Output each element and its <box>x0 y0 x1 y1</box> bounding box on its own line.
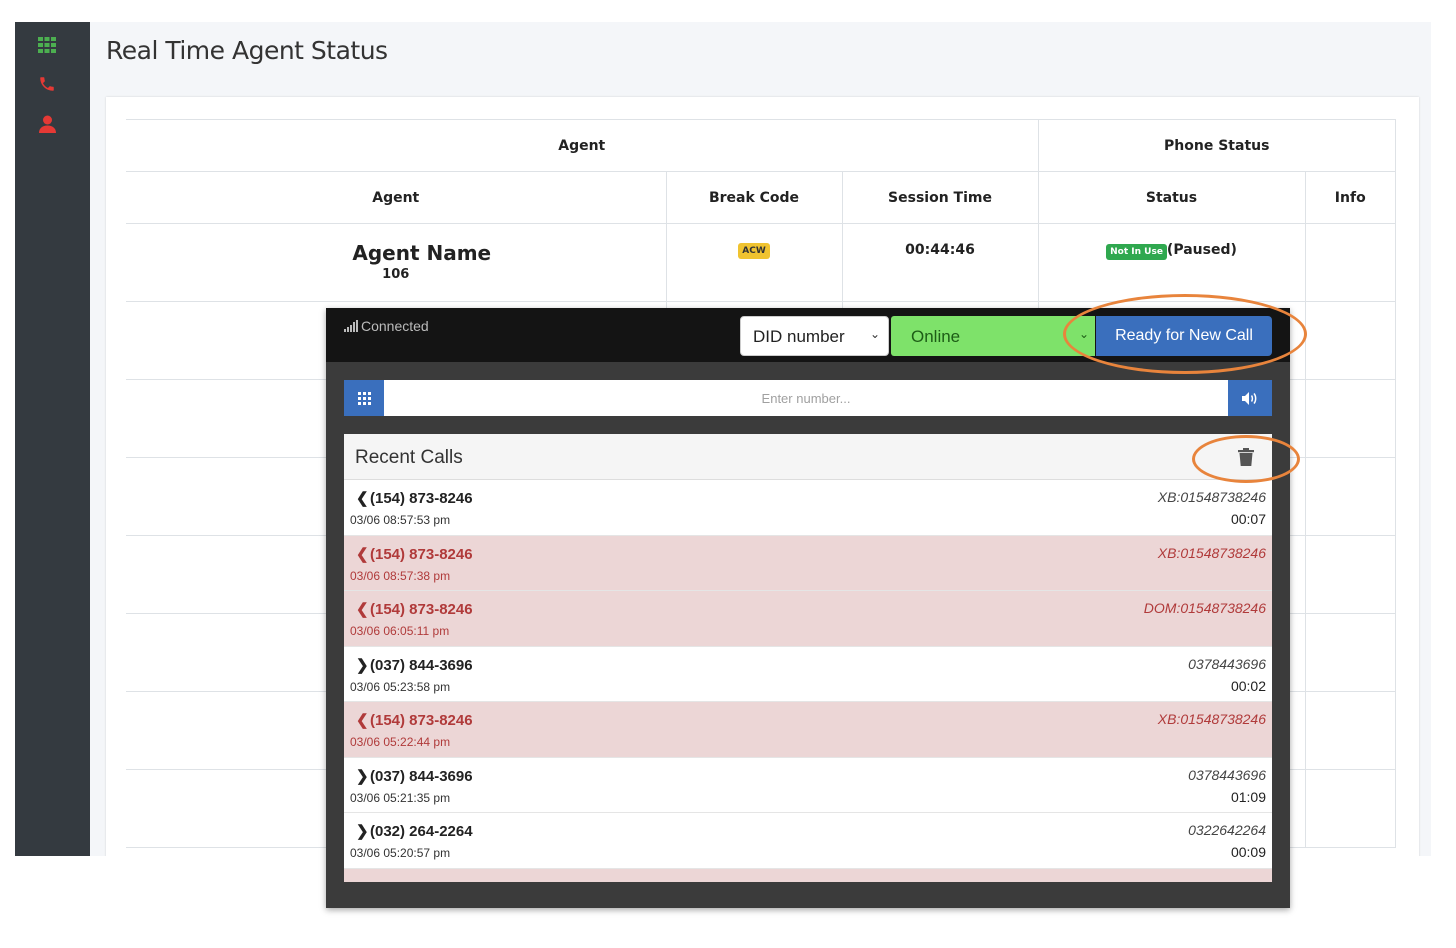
call-duration: 00:07 <box>1230 511 1266 527</box>
list-item[interactable]: ❮(154) 873-8246 03/06 08:57:53 pm XB:01548… <box>344 480 1272 536</box>
call-duration: 00:09 <box>1230 844 1266 860</box>
call-tag: 0378443696 <box>1188 655 1266 672</box>
user-icon[interactable] <box>36 113 58 135</box>
recent-calls-panel: Recent Calls ❮(154) 873-8246 03/06 08:57:… <box>344 434 1272 882</box>
call-number-text: (037) 844-3696 <box>370 767 473 785</box>
sidebar <box>15 22 90 856</box>
agent-state-select[interactable]: Online ⌄ <box>891 316 1095 356</box>
call-timestamp: 03/06 06:05:11 pm <box>350 624 450 638</box>
call-tag: 0378443696 <box>1188 766 1266 783</box>
chevron-left-icon: ❮ <box>356 490 369 507</box>
volume-icon <box>1242 391 1257 405</box>
call-number-text: (154) 873-8246 <box>370 545 473 563</box>
call-number-text: (154) 873-8246 <box>370 490 473 507</box>
page-title: Real Time Agent Status <box>106 36 388 65</box>
connection-status: Connected <box>344 318 429 334</box>
phone-icon[interactable] <box>36 73 58 95</box>
call-number: ❯(037) 844-3696 <box>356 656 473 674</box>
list-item[interactable]: ❯(037) 844-3696 03/06 05:23:58 pm 03784436… <box>344 647 1272 702</box>
info-cell <box>1304 223 1396 302</box>
agent-name[interactable]: Agent Name <box>178 241 666 265</box>
recent-calls-header: Recent Calls <box>344 434 1272 480</box>
did-number-select[interactable]: DID number ⌄ <box>740 316 889 356</box>
call-number-text: (032) 264-2264 <box>370 823 473 840</box>
list-item[interactable] <box>344 868 1272 882</box>
phone-number-input[interactable] <box>384 380 1228 416</box>
dialpad-icon <box>357 391 371 405</box>
call-timestamp: 03/06 08:57:38 pm <box>350 568 451 583</box>
recent-calls-list: ❮(154) 873-8246 03/06 08:57:53 pm XB:01548… <box>344 480 1272 882</box>
call-number: ❮(154) 873-8246 <box>356 711 473 729</box>
agent-extension: 106 <box>382 267 410 282</box>
session-time: 00:44:46 <box>841 223 1039 302</box>
call-timestamp: 03/06 05:21:35 pm <box>350 790 451 805</box>
call-tag: XB:01548738246 <box>1157 544 1266 561</box>
softphone-widget: Connected DID number ⌄ Online ⌄ Ready fo… <box>326 308 1290 908</box>
chevron-right-icon: ❯ <box>356 767 369 785</box>
column-header-session-time: Session Time <box>841 171 1039 224</box>
list-item[interactable]: ❮(154) 873-8246 03/06 05:22:44 pm XB:01548… <box>344 702 1272 758</box>
connection-label: Connected <box>361 318 429 334</box>
call-tag: 0322642264 <box>1188 822 1266 838</box>
call-number: ❯(037) 844-3696 <box>356 767 473 785</box>
dial-row <box>344 380 1272 416</box>
trash-icon[interactable] <box>1238 448 1254 471</box>
call-duration: 01:09 <box>1230 788 1266 805</box>
break-code-badge: ACW <box>738 243 770 259</box>
list-item[interactable]: ❮(154) 873-8246 03/06 06:05:11 pm DOM:0154… <box>344 591 1272 647</box>
softphone-toolbar: Connected DID number ⌄ Online ⌄ Ready fo… <box>326 308 1290 362</box>
chevron-right-icon: ❯ <box>356 823 369 840</box>
column-header-info: Info <box>1304 171 1396 224</box>
call-timestamp: 03/06 05:20:57 pm <box>350 846 451 860</box>
call-tag: XB:01548738246 <box>1157 489 1266 505</box>
call-number-text: (154) 873-8246 <box>370 601 473 618</box>
list-item[interactable]: ❯(032) 264-2264 03/06 05:20:57 pm 03226422… <box>344 813 1272 869</box>
group-header-phone-status: Phone Status <box>1037 119 1396 172</box>
break-code-cell: ACW <box>665 223 843 302</box>
ready-for-new-call-button[interactable]: Ready for New Call <box>1096 316 1272 356</box>
call-tag: DOM:01548738246 <box>1143 600 1266 616</box>
call-timestamp: 03/06 05:22:44 pm <box>350 735 451 749</box>
recent-calls-title: Recent Calls <box>355 447 463 468</box>
chevron-down-icon: ⌄ <box>869 327 880 341</box>
status-badge: Not In Use <box>1106 244 1167 260</box>
table-row: Agent Name 106 ACW 00:44:46 Not In Use (P… <box>126 223 1396 302</box>
call-number-text: (154) 873-8246 <box>370 712 473 729</box>
call-number-text: (037) 844-3696 <box>370 656 473 674</box>
status-cell: Not In Use (Paused) <box>1037 223 1306 302</box>
volume-button[interactable] <box>1228 380 1272 416</box>
chevron-left-icon: ❮ <box>356 545 369 563</box>
chevron-right-icon: ❯ <box>356 656 369 674</box>
call-timestamp: 03/06 05:23:58 pm <box>350 679 451 694</box>
column-header-agent: Agent <box>126 171 667 224</box>
chevron-down-icon: ⌄ <box>1078 327 1089 341</box>
column-header-status: Status <box>1037 171 1306 224</box>
signal-icon <box>344 320 358 332</box>
list-item[interactable]: ❮(154) 873-8246 03/06 08:57:38 pm XB:01548… <box>344 535 1272 591</box>
chevron-left-icon: ❮ <box>356 601 369 618</box>
call-number: ❮(154) 873-8246 <box>356 489 473 507</box>
call-number: ❯(032) 264-2264 <box>356 822 473 840</box>
call-duration: 00:02 <box>1230 677 1266 694</box>
agent-cell: Agent Name 106 <box>126 223 667 302</box>
did-number-value: DID number <box>753 327 845 346</box>
group-header-agent: Agent <box>126 119 1039 172</box>
call-timestamp: 03/06 08:57:53 pm <box>350 513 451 527</box>
agent-state-value: Online <box>911 327 961 346</box>
list-item[interactable]: ❯(037) 844-3696 03/06 05:21:35 pm 03784436… <box>344 758 1272 813</box>
call-tag: XB:01548738246 <box>1157 711 1266 727</box>
status-text: (Paused) <box>1166 242 1237 258</box>
chevron-left-icon: ❮ <box>356 712 369 729</box>
column-header-break-code: Break Code <box>665 171 843 224</box>
dialpad-button[interactable] <box>344 380 384 416</box>
grid-icon[interactable] <box>36 34 58 56</box>
call-number: ❮(154) 873-8246 <box>356 545 473 563</box>
call-number: ❮(154) 873-8246 <box>356 600 473 618</box>
